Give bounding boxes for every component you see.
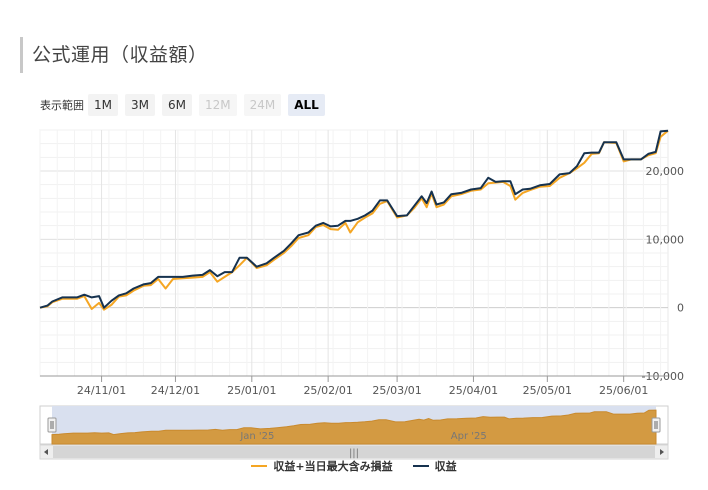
navigator-scrollbar[interactable]: |||: [39, 444, 669, 460]
navigator-label: Jan '25: [239, 431, 274, 442]
legend-swatch-profit: [412, 465, 429, 467]
legend-swatch-combined: [251, 465, 268, 467]
navigator: Jan '25 Apr '25 |||: [39, 405, 669, 460]
navigator-label: Apr '25: [451, 431, 487, 442]
legend-label-combined: 収益+当日最大含み損益: [273, 460, 393, 473]
x-tick-label: 25/01/01: [227, 384, 276, 397]
navigator-handle-right[interactable]: [651, 417, 661, 433]
navigator-handle-left[interactable]: [47, 417, 57, 433]
x-axis-ticks: 24/11/01 24/12/01 25/01/01 25/02/01 25/03/01…: [40, 375, 668, 397]
y-tick-label: 20,000: [646, 165, 685, 178]
legend: 収益+当日最大含み損益 収益: [0, 458, 708, 474]
legend-label-profit: 収益: [434, 460, 457, 473]
x-tick-label: 25/03/01: [372, 384, 421, 397]
x-tick-label: 25/06/01: [599, 384, 648, 397]
chart-svg: -10,000010,00020,000 24/11/01 24/12/01 25/…: [39, 129, 685, 460]
chart-grid: [39, 129, 669, 377]
x-tick-label: 25/04/01: [449, 384, 498, 397]
y-tick-label: 0: [677, 302, 684, 315]
x-tick-label: 24/11/01: [77, 384, 126, 397]
x-tick-label: 25/02/01: [303, 384, 352, 397]
legend-item-combined[interactable]: 収益+当日最大含み損益: [251, 458, 393, 474]
legend-item-profit[interactable]: 収益: [412, 458, 457, 474]
y-tick-label: 10,000: [646, 233, 685, 246]
x-tick-label: 24/12/01: [151, 384, 200, 397]
x-tick-label: 25/05/01: [523, 384, 572, 397]
